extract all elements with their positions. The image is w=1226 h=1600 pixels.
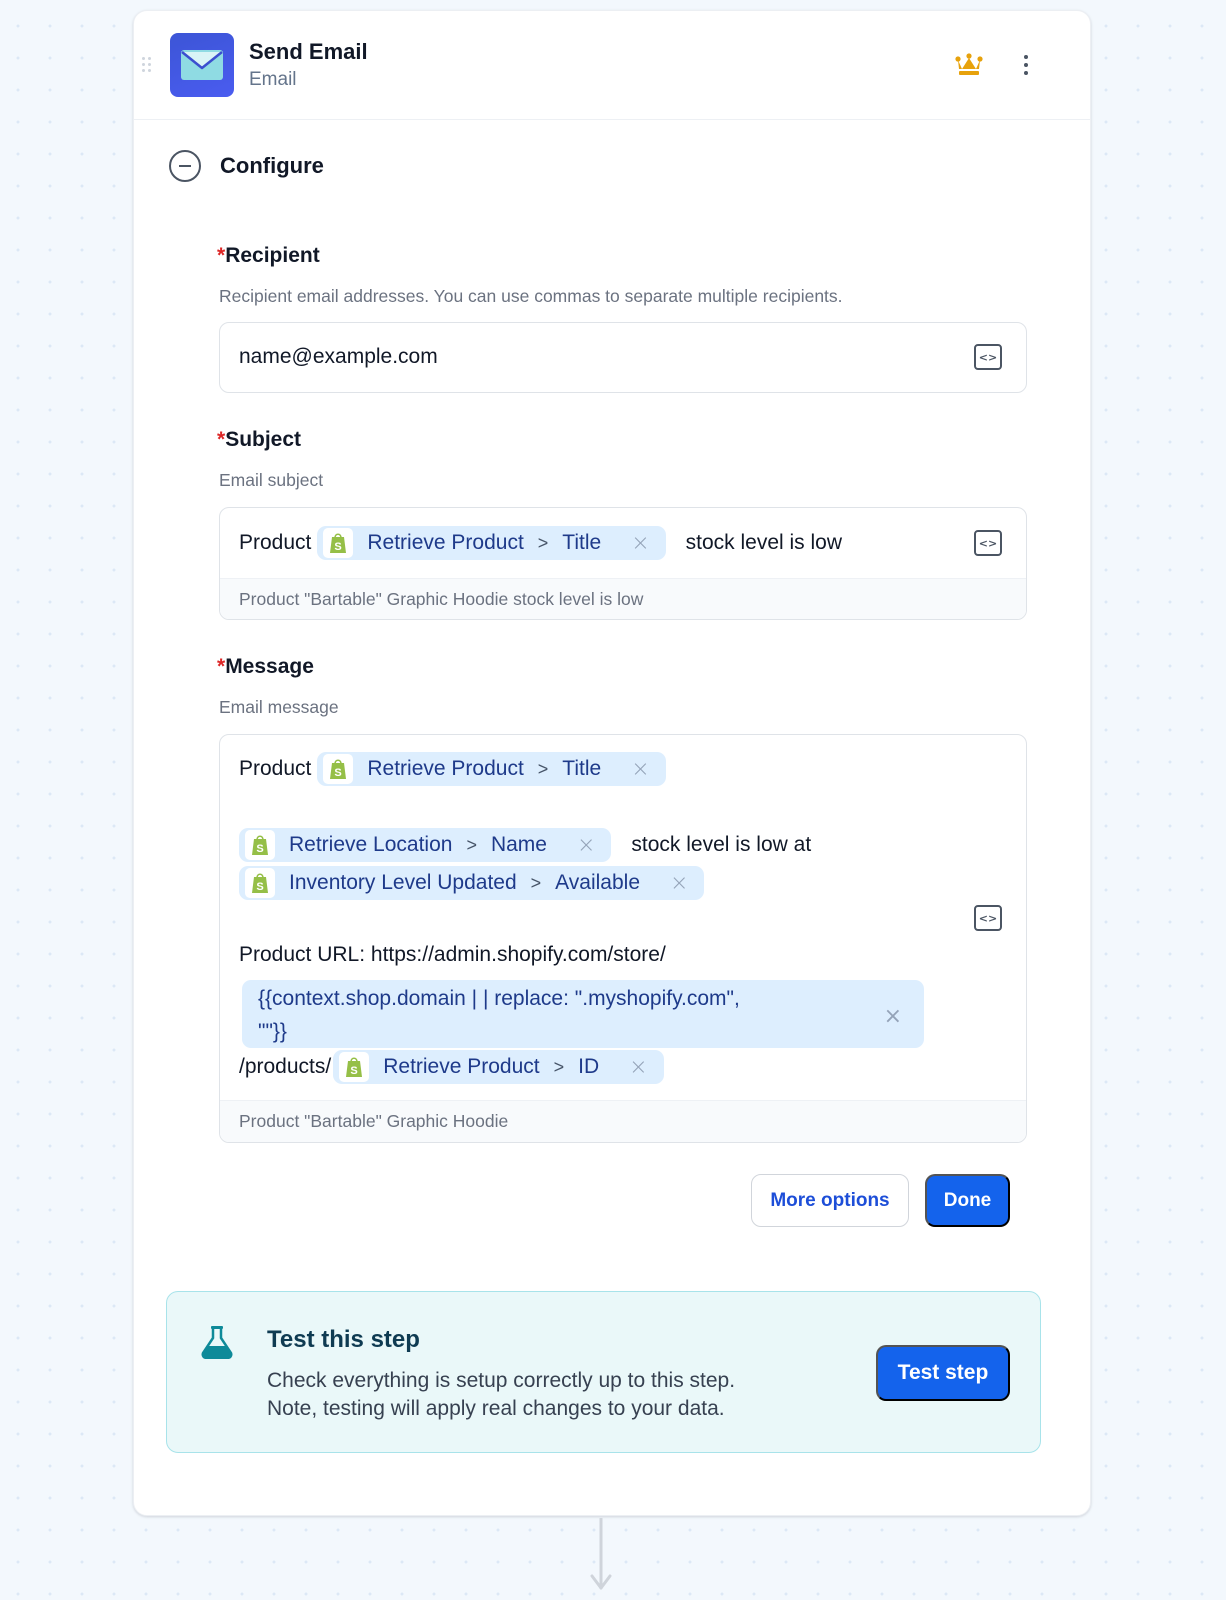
chip-field: Title xyxy=(562,531,602,554)
message-text: stock level is low at xyxy=(631,833,812,856)
recipient-help: Recipient email addresses. You can use c… xyxy=(219,286,843,306)
done-button[interactable]: Done xyxy=(925,1174,1010,1227)
message-products-text: /products/ xyxy=(239,1055,332,1078)
more-options-button[interactable]: More options xyxy=(751,1174,909,1227)
crown-icon[interactable] xyxy=(954,53,984,77)
shopify-icon: S xyxy=(339,1052,370,1082)
chevron-right-icon: > xyxy=(537,758,549,779)
chip-source: Retrieve Product xyxy=(383,1055,540,1078)
test-panel-description: Check everything is setup correctly up t… xyxy=(267,1367,735,1423)
kebab-menu-icon[interactable] xyxy=(1014,51,1038,79)
step-header[interactable]: Send Email Email xyxy=(134,11,1090,120)
liquid-expression-chip[interactable]: {{context.shop.domain | | replace: ".mys… xyxy=(242,980,924,1048)
svg-text:S: S xyxy=(335,541,342,553)
remove-chip-icon[interactable]: × xyxy=(629,1055,647,1080)
chip-field: ID xyxy=(578,1055,600,1078)
chevron-right-icon: > xyxy=(553,1056,565,1077)
down-arrow-connector-icon xyxy=(589,1516,613,1592)
required-mark: * xyxy=(217,655,226,678)
message-url-text: Product URL: https://admin.shopify.com/s… xyxy=(239,943,666,966)
collapse-minus-icon[interactable] xyxy=(169,150,201,182)
required-mark: * xyxy=(217,428,226,451)
variable-chip[interactable]: S Inventory Level Updated > Available × xyxy=(239,866,705,900)
recipient-label: *Recipient xyxy=(217,244,320,268)
code-toggle-icon[interactable]: <> xyxy=(974,344,1002,370)
envelope-icon xyxy=(170,33,234,97)
step-card: Send Email Email Configure *Recipient Re… xyxy=(133,10,1091,1516)
message-prefix: Product xyxy=(239,757,312,780)
message-preview: Product "Bartable" Graphic Hoodie xyxy=(220,1100,1026,1142)
remove-chip-icon[interactable]: × xyxy=(884,1000,902,1033)
subject-label: *Subject xyxy=(217,428,301,452)
configure-label: Configure xyxy=(220,153,324,178)
test-step-button[interactable]: Test step xyxy=(876,1345,1010,1401)
liquid-line-1: {{context.shop.domain | | replace: ".mys… xyxy=(258,987,740,1010)
code-toggle-icon[interactable]: <> xyxy=(974,530,1002,556)
shopify-icon: S xyxy=(323,528,354,558)
svg-text:S: S xyxy=(335,767,342,779)
recipient-input[interactable]: name@example.com <> xyxy=(219,322,1027,393)
chevron-right-icon: > xyxy=(466,834,477,855)
subject-label-text: Subject xyxy=(225,428,302,451)
message-editor[interactable]: Product S Retrieve Product > Title × S R… xyxy=(220,735,1026,1100)
code-toggle-icon[interactable]: <> xyxy=(974,905,1002,931)
drag-handle-icon[interactable] xyxy=(142,57,152,73)
chip-source: Retrieve Location xyxy=(289,833,453,856)
remove-chip-icon[interactable]: × xyxy=(631,757,649,782)
step-subtitle: Email xyxy=(249,69,297,90)
shopify-icon: S xyxy=(245,868,275,898)
subject-help: Email subject xyxy=(219,470,324,490)
variable-chip[interactable]: S Retrieve Product > Title × xyxy=(317,752,666,786)
message-label: *Message xyxy=(217,655,314,679)
chip-source: Retrieve Product xyxy=(367,757,524,780)
recipient-value[interactable]: name@example.com xyxy=(239,345,438,369)
chip-field: Name xyxy=(490,833,547,856)
chevron-right-icon: > xyxy=(530,872,542,893)
message-help: Email message xyxy=(219,697,339,717)
chip-source: Inventory Level Updated xyxy=(289,871,517,894)
svg-text:S: S xyxy=(256,881,263,893)
subject-suffix: stock level is low xyxy=(685,531,843,554)
subject-prefix: Product xyxy=(239,531,312,554)
svg-text:S: S xyxy=(256,843,263,855)
subject-preview: Product "Bartable" Graphic Hoodie stock … xyxy=(220,578,1026,619)
remove-chip-icon[interactable]: × xyxy=(670,871,688,896)
subject-input[interactable]: Product S Retrieve Product > Title × sto… xyxy=(219,507,1027,620)
variable-chip[interactable]: S Retrieve Product > ID × xyxy=(333,1050,664,1084)
shopify-icon: S xyxy=(323,754,354,784)
configure-section-toggle[interactable]: Configure xyxy=(169,150,324,182)
variable-chip[interactable]: S Retrieve Product > Title × xyxy=(317,526,666,560)
required-mark: * xyxy=(217,244,226,267)
chevron-right-icon: > xyxy=(537,532,549,553)
remove-chip-icon[interactable]: × xyxy=(631,531,649,556)
liquid-line-2: ""}} xyxy=(258,1020,287,1043)
shopify-icon: S xyxy=(245,830,275,860)
message-label-text: Message xyxy=(225,655,314,678)
recipient-label-text: Recipient xyxy=(225,244,320,267)
test-step-panel: Test this step Check everything is setup… xyxy=(166,1291,1041,1453)
message-input[interactable]: Product S Retrieve Product > Title × S R… xyxy=(219,734,1027,1143)
test-desc-line-1: Check everything is setup correctly up t… xyxy=(267,1369,736,1392)
chip-field: Available xyxy=(555,871,641,894)
variable-chip[interactable]: S Retrieve Location > Name × xyxy=(239,828,612,862)
flask-icon xyxy=(199,1325,235,1360)
chip-source: Retrieve Product xyxy=(367,531,524,554)
chip-field: Title xyxy=(562,757,602,780)
test-desc-line-2: Note, testing will apply real changes to… xyxy=(267,1397,725,1420)
step-title: Send Email xyxy=(249,39,368,64)
svg-text:S: S xyxy=(351,1065,358,1077)
test-panel-title: Test this step xyxy=(267,1326,420,1353)
remove-chip-icon[interactable]: × xyxy=(577,833,595,858)
